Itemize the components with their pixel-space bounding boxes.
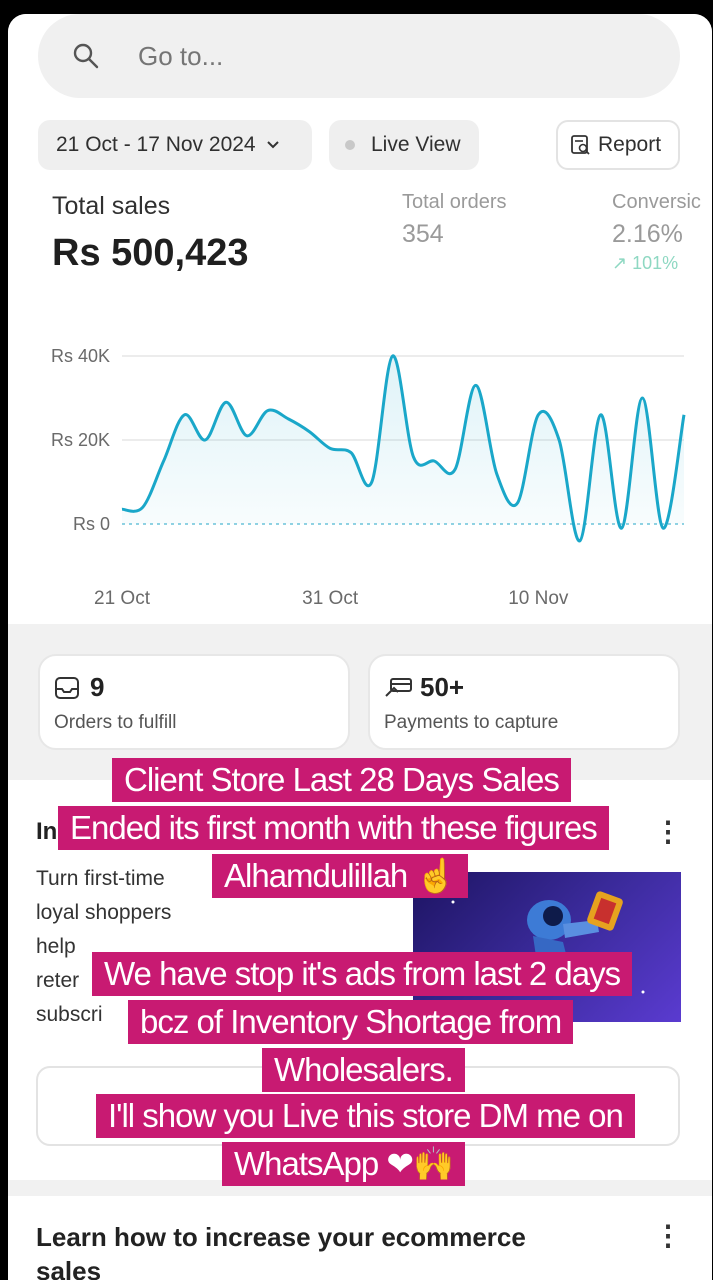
payments-to-capture-label: Payments to capture — [384, 712, 559, 733]
total-orders-label[interactable]: Total orders — [402, 191, 507, 214]
x-tick-label: 31 Oct — [302, 588, 359, 609]
live-status-dot-icon — [345, 140, 355, 150]
search-input[interactable] — [138, 40, 538, 72]
date-range-label: 21 Oct - 17 Nov 2024 — [56, 133, 256, 156]
app-frame: 21 Oct - 17 Nov 2024 Live View Report To… — [8, 14, 712, 1280]
promo-text-line: help — [36, 935, 76, 958]
astronaut-illustration-icon — [451, 891, 645, 1003]
total-orders-value: 354 — [402, 220, 444, 248]
more-options-icon[interactable]: ⋮ — [654, 818, 682, 846]
chevron-down-icon — [266, 141, 279, 149]
payments-to-capture-card[interactable]: 50+ Payments to capture — [368, 654, 680, 750]
promo-card: In ⋮ Turn first-time loyal shoppers help… — [8, 780, 712, 1180]
promo-text-line: reter — [36, 969, 80, 992]
promo-text: Turn first-time loyal shoppers help rete… — [36, 862, 416, 1032]
search-icon — [73, 43, 99, 69]
promo-text-line: subscri — [36, 1003, 103, 1026]
learn-card: Learn how to increase your ecommerce sal… — [8, 1196, 712, 1280]
payment-icon — [385, 678, 412, 697]
report-label: Report — [598, 133, 662, 156]
orders-to-fulfill-count: 9 — [90, 672, 105, 702]
promo-text-line: loyal shoppers — [36, 901, 172, 924]
orders-to-fulfill-card[interactable]: 9 Orders to fulfill — [38, 654, 350, 750]
payments-to-capture-count: 50+ — [420, 672, 465, 702]
orders-to-fulfill-label: Orders to fulfill — [54, 712, 177, 733]
promo-illustration — [413, 872, 681, 1022]
conversion-trend: ↗ 101% — [612, 253, 679, 273]
inbox-icon — [55, 677, 79, 699]
live-view-label: Live View — [371, 133, 461, 156]
x-tick-label: 21 Oct — [94, 588, 151, 609]
y-tick-label: Rs 20K — [51, 430, 110, 450]
conversion-label[interactable]: Conversic — [612, 191, 701, 214]
series-area — [122, 355, 684, 541]
dashboard-panel: 21 Oct - 17 Nov 2024 Live View Report To… — [8, 14, 712, 624]
promo-title: In — [36, 818, 58, 845]
total-sales-value: Rs 500,423 — [52, 232, 249, 274]
search-bar[interactable] — [38, 14, 680, 98]
live-view-button[interactable]: Live View — [329, 120, 479, 170]
promo-text-line: Turn first-time — [36, 867, 165, 890]
date-range-selector[interactable]: 21 Oct - 17 Nov 2024 — [38, 120, 312, 170]
total-sales-label: Total sales — [52, 192, 171, 220]
x-tick-label: 10 Nov — [508, 588, 569, 609]
y-tick-label: Rs 40K — [51, 346, 110, 366]
sales-line-chart: Rs 40K Rs 20K Rs 0 21 Oct 31 Oct 10 Nov — [51, 346, 686, 609]
report-button[interactable]: Report — [556, 120, 680, 170]
report-icon — [571, 135, 590, 155]
learn-title: Learn how to increase your ecommerce sal… — [36, 1222, 526, 1280]
y-tick-label: Rs 0 — [73, 514, 110, 534]
promo-action-button[interactable] — [36, 1066, 680, 1146]
more-options-icon[interactable]: ⋮ — [654, 1222, 682, 1250]
conversion-value: 2.16% — [612, 220, 683, 248]
